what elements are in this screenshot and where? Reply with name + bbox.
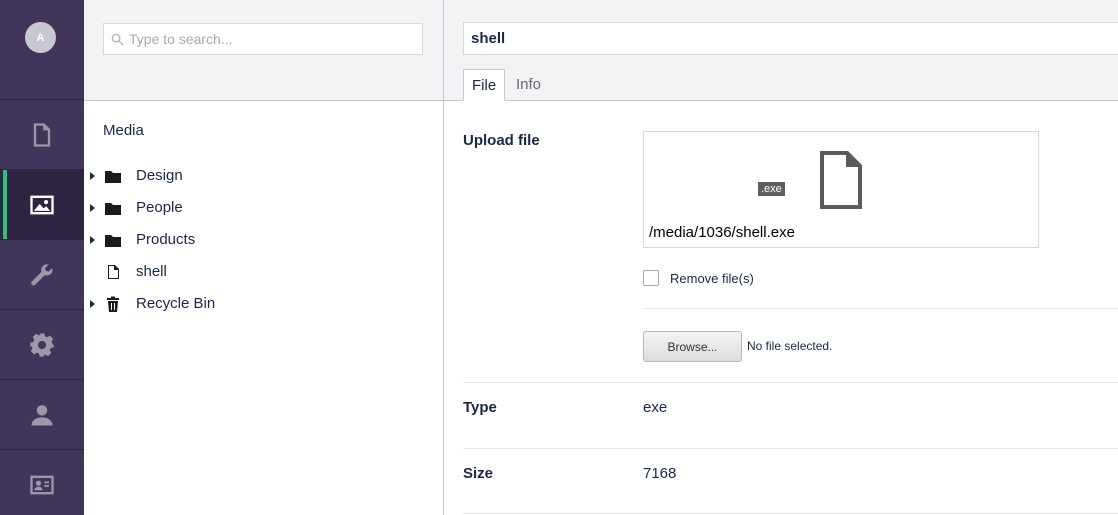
nav-item-media[interactable] [0, 170, 84, 240]
media-tree-panel: Media Design People P [84, 0, 444, 515]
divider [643, 308, 1118, 309]
nav-item-packages[interactable] [0, 310, 84, 380]
browse-button[interactable]: Browse... [643, 331, 742, 362]
remove-files-row: Remove file(s) [643, 270, 754, 286]
size-value: 7168 [643, 465, 677, 482]
tree-item-label: People [136, 199, 183, 216]
document-icon [33, 122, 51, 147]
upload-file-label: Upload file [463, 132, 540, 149]
extension-badge: .exe [758, 182, 785, 196]
user-area: A [0, 0, 84, 100]
tree-root-label[interactable]: Media [103, 122, 144, 139]
folder-icon [105, 171, 121, 183]
tree-item-label: Products [136, 231, 196, 248]
editor-header: shell File Info [444, 0, 1118, 101]
search-icon [111, 33, 124, 46]
tree-item-design[interactable]: Design [84, 160, 443, 192]
tree-item-label: Recycle Bin [136, 295, 216, 312]
expand-caret-icon[interactable] [90, 300, 95, 308]
trash-icon [107, 296, 119, 312]
search-field[interactable] [103, 23, 423, 55]
tree-item-people[interactable]: People [84, 192, 443, 224]
nav-item-users[interactable] [0, 380, 84, 450]
remove-files-checkbox[interactable] [643, 270, 659, 286]
expand-caret-icon[interactable] [90, 172, 95, 180]
section-nav: A [0, 0, 84, 515]
tree-item-recycle-bin[interactable]: Recycle Bin [84, 288, 443, 320]
remove-files-label[interactable]: Remove file(s) [670, 271, 754, 286]
user-icon [31, 404, 53, 425]
file-icon [108, 265, 119, 279]
nav-item-settings[interactable] [0, 240, 84, 310]
id-card-icon [30, 475, 54, 494]
size-label: Size [463, 465, 494, 482]
type-label: Type [463, 399, 497, 416]
tree-header [84, 0, 443, 101]
file-path-link[interactable]: /media/1036/shell.exe [649, 224, 795, 241]
wrench-icon [31, 263, 53, 285]
divider [463, 448, 1118, 449]
expand-caret-icon[interactable] [90, 236, 95, 244]
tree-item-label: shell [136, 263, 167, 280]
nav-item-members[interactable] [0, 450, 84, 515]
gear-icon [30, 332, 54, 357]
divider [463, 382, 1118, 383]
folder-icon [105, 203, 121, 215]
tree-item-products[interactable]: Products [84, 224, 443, 256]
media-editor: shell File Info Upload file .exe /media/… [444, 0, 1118, 515]
tree-list: Design People Products shell Recycle Bin [84, 160, 443, 320]
folder-icon [105, 235, 121, 247]
tree-item-label: Design [136, 167, 183, 184]
search-input[interactable] [129, 24, 419, 54]
app-window: A Type to search... Media Design People … [0, 0, 1118, 515]
tab-info[interactable]: Info [508, 69, 549, 101]
type-value: exe [643, 399, 668, 416]
no-file-selected-text: No file selected. [747, 339, 833, 353]
expand-caret-icon[interactable] [90, 204, 95, 212]
file-preview-icon [820, 151, 862, 209]
tab-file[interactable]: File [463, 69, 505, 101]
nav-item-content[interactable] [0, 100, 84, 170]
avatar[interactable]: A [25, 22, 56, 53]
file-preview[interactable]: .exe /media/1036/shell.exe [643, 131, 1039, 248]
image-icon [30, 195, 54, 214]
name-field[interactable]: shell [463, 22, 1118, 55]
divider [463, 513, 1118, 514]
tree-item-shell[interactable]: shell [84, 256, 443, 288]
